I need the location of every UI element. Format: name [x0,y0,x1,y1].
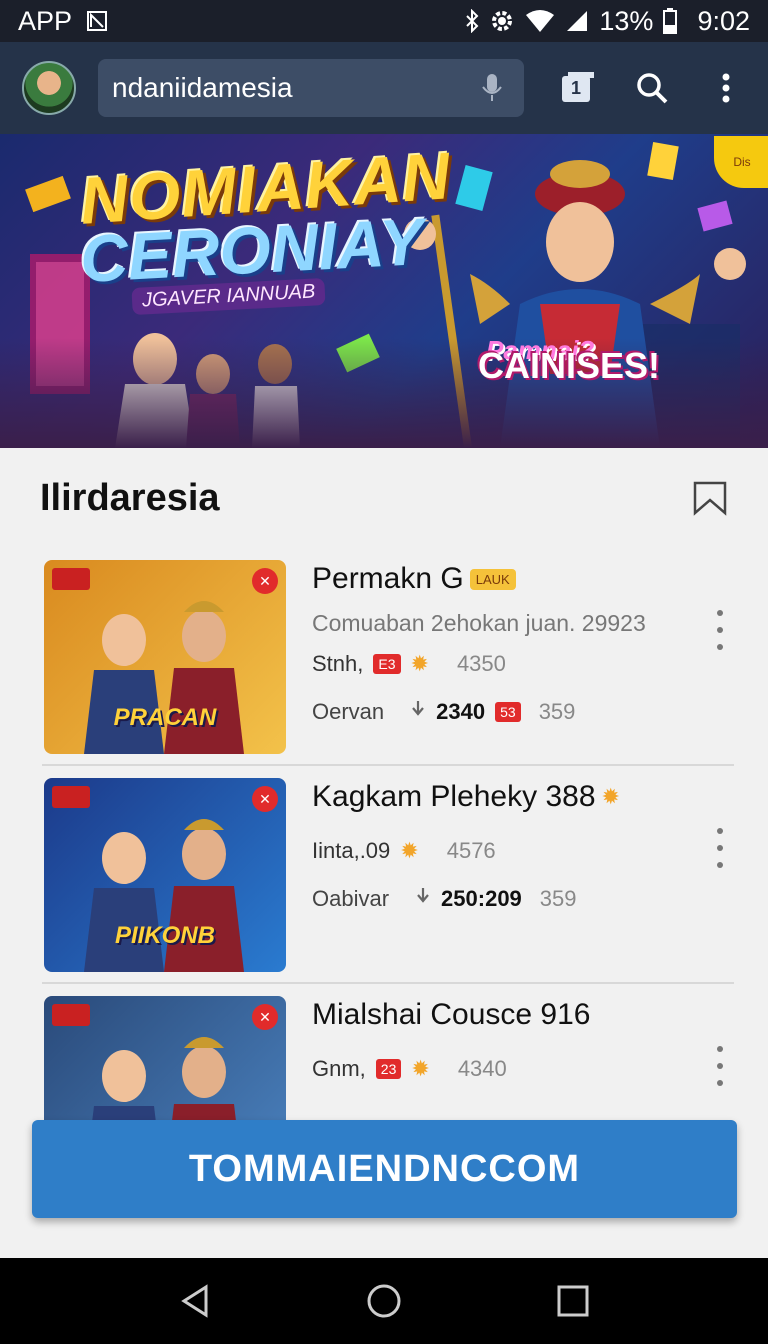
game-title[interactable]: Permakn G LAUK [312,562,694,596]
download-icon [410,699,426,725]
thumbnail-flag [52,1004,90,1026]
app-bar: 1 [0,42,768,134]
close-icon[interactable]: ✕ [252,786,278,812]
game-stats: Oabivar 250:209 359 [312,886,694,912]
more-vert-icon[interactable] [708,1046,732,1086]
more-vert-icon[interactable] [708,610,732,650]
game-title-text: Permakn G [312,562,464,595]
thumbnail-title: PRACAN [113,704,217,731]
battery-percent: 13% [599,5,654,36]
game-stats-label: Oabivar [312,886,390,911]
download-icon [415,886,431,912]
game-meta: Gnm, 23 ✹ 4340 [312,1056,694,1082]
status-left: APP [18,6,108,37]
avatar[interactable] [22,61,76,115]
status-time: 9:02 [697,5,750,36]
thumbnail-flag [52,568,90,590]
game-thumbnail[interactable]: ✕ PRACAN [44,560,286,754]
game-title-text: Kagkam Pleheky 388 [312,780,596,813]
more-vert-icon[interactable] [706,68,746,108]
settings-icon [489,8,515,34]
screen: APP 13% 9:02 ndaniidamesia 1 NOMIAKAN CE… [0,0,768,1344]
game-list-item[interactable]: ✕ Mialshai Cousce 916 Gnm, 23 ✹ 4340 [42,984,734,1128]
game-list: ✕ PRACAN Permakn G LAUK Comuaban 2ehokan… [0,548,768,1128]
status-bar: APP 13% 9:02 [0,0,768,42]
game-stats-value: 2340 [436,699,486,724]
battery-icon [663,8,678,34]
signal-icon [565,9,589,33]
back-icon[interactable] [171,1277,219,1325]
game-thumbnail[interactable]: ✕ PIIKONB [44,778,286,972]
game-tag-badge: LAUK [469,568,516,590]
hero-corner-text: Dis [733,155,751,169]
game-stats-count: 359 [538,699,576,724]
game-meta-label: Stnh, [312,651,364,676]
tab-count: 1 [571,78,582,98]
game-stats-count: 359 [539,886,577,911]
game-meta-label: Gnm, [312,1056,366,1081]
app-actions: 1 [558,68,746,108]
more-vert-icon[interactable] [708,828,732,868]
game-meta-badge: E3 [373,654,401,674]
nav-bar [0,1258,768,1344]
search-input[interactable] [112,72,473,104]
game-meta-count: 4340 [457,1056,507,1081]
star-icon: ✹ [411,1056,430,1081]
mic-icon[interactable] [473,68,510,108]
game-info: Mialshai Cousce 916 Gnm, 23 ✹ 4340 [312,998,694,1082]
star-icon: ✹ [400,838,419,863]
game-list-item[interactable]: ✕ PRACAN Permakn G LAUK Comuaban 2ehokan… [42,548,734,766]
star-icon: ✹ [410,651,429,676]
home-icon[interactable] [360,1277,408,1325]
game-title-text: Mialshai Cousce 916 [312,998,591,1031]
game-subtitle: Comuaban 2ehokan juan. 29923 [312,610,646,636]
game-meta-label: Iinta,.09 [312,838,391,863]
game-meta-count: 4576 [446,838,496,863]
game-meta-badge: 23 [375,1059,402,1079]
game-stats-label: Oervan [312,699,385,724]
game-title[interactable]: Kagkam Pleheky 388 ✹ [312,780,694,814]
cta-button[interactable]: TOMMAIENDNCCOM [32,1120,737,1218]
star-icon: ✹ [601,784,620,809]
thumbnail-flag [52,786,90,808]
status-app-label: APP [18,5,73,36]
bluetooth-icon [465,9,479,33]
game-title[interactable]: Mialshai Cousce 916 [312,998,694,1032]
thumbnail-title: PIIKONB [114,922,215,949]
close-icon[interactable]: ✕ [252,568,278,594]
game-stats: Oervan 2340 53 359 [312,699,694,725]
search-icon[interactable] [632,68,672,108]
status-right: 13% 9:02 [465,6,750,37]
section-header: Ilirdaresia [0,448,768,548]
wifi-icon [525,9,555,33]
close-icon[interactable]: ✕ [252,1004,278,1030]
game-meta: Stnh, E3 ✹ 4350 [312,651,694,677]
game-thumbnail[interactable]: ✕ [44,996,286,1128]
search-box[interactable] [98,59,524,117]
game-meta-count: 4350 [456,651,506,676]
game-info: Kagkam Pleheky 388 ✹ Iinta,.09 ✹ 4576 Oa… [312,780,694,912]
bookmark-icon[interactable] [692,480,728,516]
game-list-item[interactable]: ✕ PIIKONB Kagkam Pleheky 388 ✹ Iinta,.09… [42,766,734,984]
game-info: Permakn G LAUK Comuaban 2ehokan juan. 29… [312,562,694,725]
tabs-icon[interactable]: 1 [558,68,598,108]
section-title: Ilirdaresia [40,476,220,519]
game-stats-value: 250:209 [441,886,522,911]
hero-badge: CAINISES! [478,345,661,386]
game-meta: Iinta,.09 ✹ 4576 [312,838,694,864]
notification-icon [86,10,108,32]
game-stats-badge: 53 [495,702,521,722]
recents-icon[interactable] [549,1277,597,1325]
